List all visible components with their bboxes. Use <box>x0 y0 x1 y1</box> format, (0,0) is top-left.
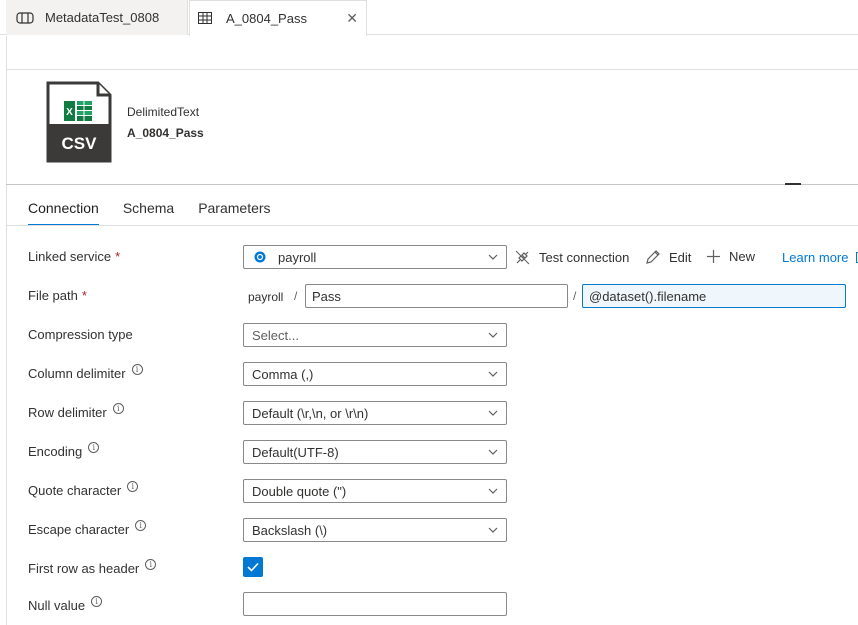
file-path-label: File path * <box>28 288 87 303</box>
linked-service-value: payroll <box>278 249 317 265</box>
chevron-down-icon <box>488 449 498 455</box>
close-icon[interactable]: ✕ <box>346 10 358 27</box>
info-icon[interactable]: i <box>127 481 139 492</box>
escape-character-label: Escape character i <box>28 520 147 537</box>
edit-button[interactable]: Edit <box>644 249 691 266</box>
quote-character-label: Quote character i <box>28 481 139 498</box>
info-icon[interactable]: i <box>135 520 147 531</box>
chevron-down-icon <box>488 371 498 377</box>
info-icon[interactable]: i <box>91 596 103 607</box>
column-delimiter-label: Column delimiter i <box>28 364 143 381</box>
chevron-down-icon <box>488 332 498 338</box>
compression-type-label: Compression type <box>28 327 133 342</box>
escape-character-select[interactable]: Backslash (\) <box>243 518 507 542</box>
compression-type-select[interactable]: Select... <box>243 323 507 347</box>
new-button[interactable]: New <box>706 249 755 264</box>
column-delimiter-select[interactable]: Comma (,) <box>243 362 507 386</box>
tab-label: A_0804_Pass <box>226 11 307 26</box>
chevron-down-icon <box>488 254 498 260</box>
tab-connection[interactable]: Connection <box>28 200 99 226</box>
checkmark-icon <box>247 562 259 572</box>
first-row-header-label: First row as header i <box>28 559 157 576</box>
info-icon[interactable]: i <box>131 364 143 375</box>
chevron-down-icon <box>488 527 498 533</box>
first-row-header-checkbox[interactable] <box>243 557 263 577</box>
null-value-label: Null value i <box>28 596 103 613</box>
info-icon[interactable]: i <box>88 442 100 453</box>
info-icon[interactable]: i <box>145 559 157 570</box>
file-path-file-input[interactable]: @dataset().filename <box>582 284 846 308</box>
learn-more-link[interactable]: Learn more <box>782 250 858 265</box>
linked-service-select[interactable]: payroll <box>243 245 507 269</box>
chevron-down-icon <box>488 488 498 494</box>
csv-file-icon: X CSV <box>46 81 112 163</box>
linked-service-label: Linked service * <box>28 249 121 264</box>
panel-border <box>6 36 7 625</box>
path-separator: / <box>294 289 298 303</box>
tab-label: MetadataTest_0808 <box>45 10 160 25</box>
row-delimiter-select[interactable]: Default (\r,\n, or \r\n) <box>243 401 507 425</box>
path-separator: / <box>573 289 577 303</box>
subtab-bar: Connection Schema Parameters <box>28 200 295 226</box>
tab-schema[interactable]: Schema <box>123 200 174 226</box>
file-path-container: payroll <box>248 290 284 304</box>
encoding-label: Encoding i <box>28 442 100 459</box>
pipeline-icon <box>16 11 34 25</box>
test-connection-icon <box>515 250 530 265</box>
tab-parameters[interactable]: Parameters <box>198 200 270 226</box>
row-delimiter-label: Row delimiter i <box>28 403 124 420</box>
linked-service-icon <box>254 251 266 263</box>
quote-character-select[interactable]: Double quote (") <box>243 479 507 503</box>
file-path-directory-input[interactable]: Pass <box>305 284 568 308</box>
dataset-type: DelimitedText <box>127 105 200 119</box>
dataset-name: A_0804_Pass <box>127 126 204 140</box>
encoding-select[interactable]: Default(UTF-8) <box>243 440 507 464</box>
table-icon <box>198 11 216 26</box>
toolbar-strip <box>6 36 858 70</box>
test-connection-button[interactable]: Test connection <box>514 249 629 266</box>
chevron-down-icon <box>488 410 498 416</box>
plus-icon <box>707 250 720 263</box>
subtab-divider <box>6 225 858 226</box>
collapse-handle[interactable] <box>785 183 801 185</box>
header-divider <box>6 184 858 185</box>
tab-bar: MetadataTest_0808 A_0804_Pass ✕ <box>0 0 858 36</box>
tab-metadatatest[interactable]: MetadataTest_0808 <box>6 0 188 35</box>
svg-text:X: X <box>66 107 73 118</box>
info-icon[interactable]: i <box>112 403 124 414</box>
csv-icon-text: CSV <box>62 134 98 153</box>
tab-a-0804-pass[interactable]: A_0804_Pass ✕ <box>189 0 367 36</box>
null-value-input[interactable] <box>243 592 507 616</box>
pencil-icon <box>646 250 660 264</box>
